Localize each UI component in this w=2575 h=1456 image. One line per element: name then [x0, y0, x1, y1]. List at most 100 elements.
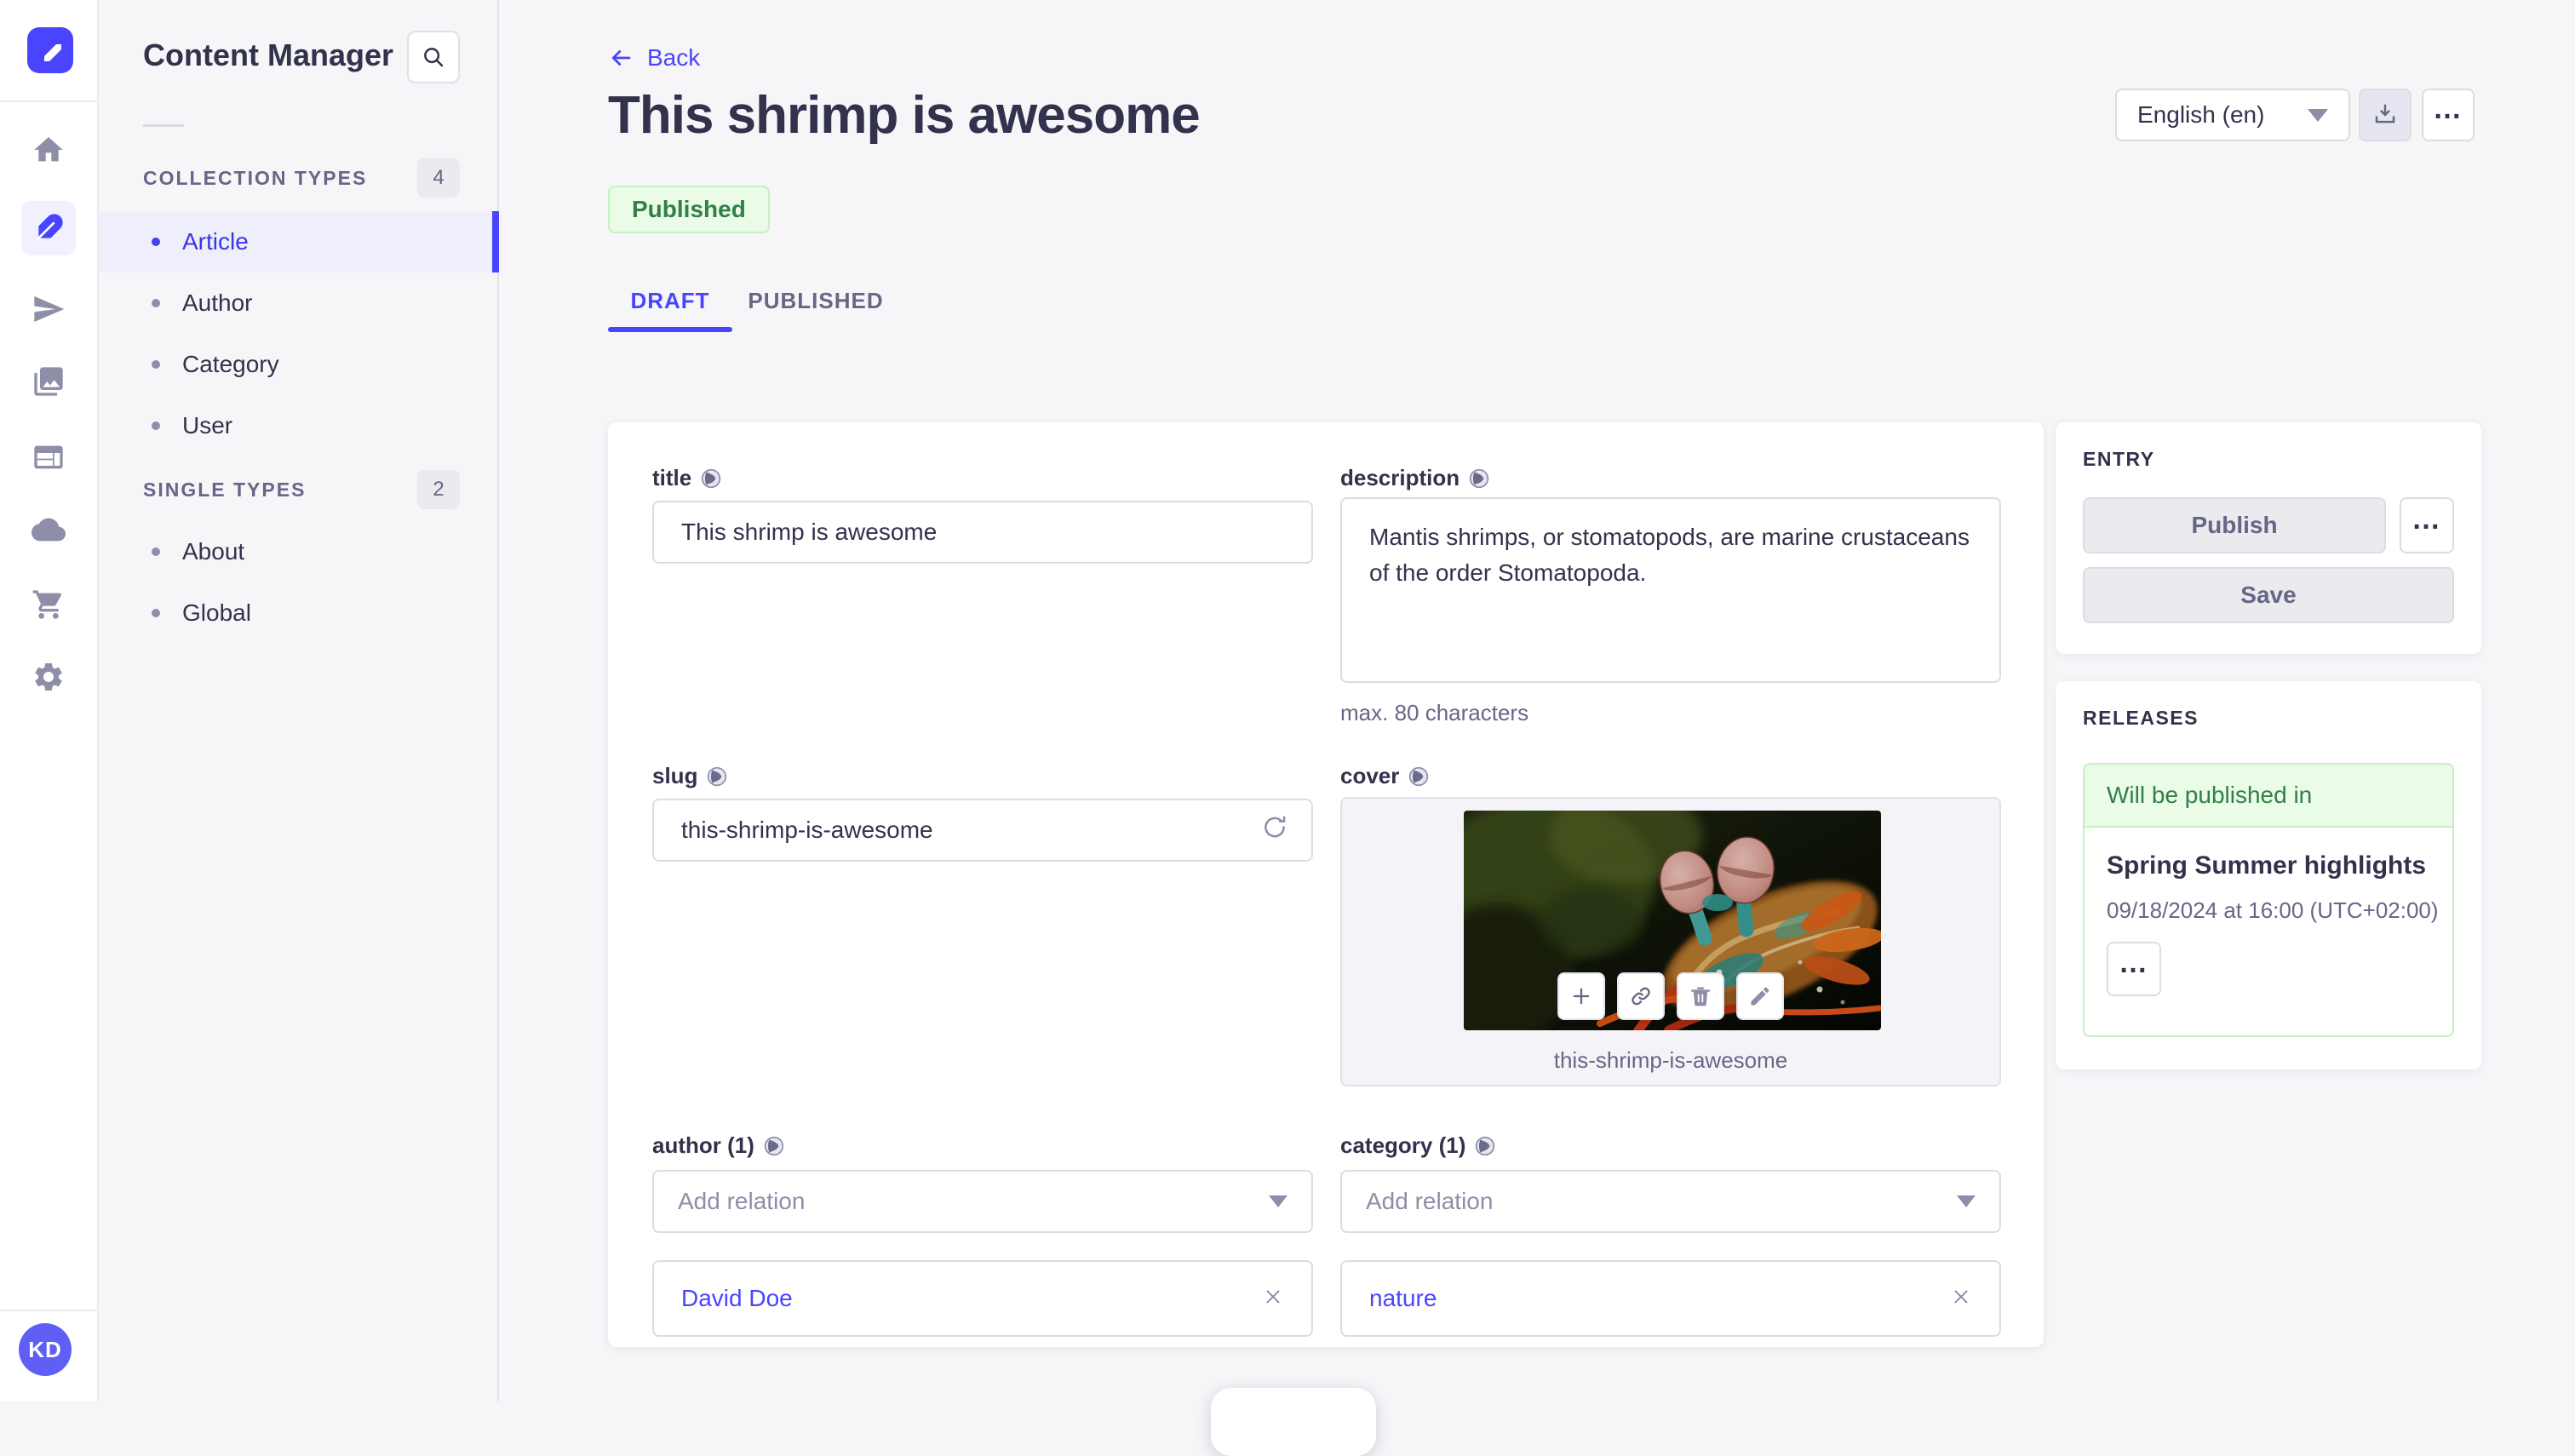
refresh-icon — [1265, 816, 1286, 838]
status-badge: Published — [608, 186, 770, 233]
sidebar-item-content-type-builder[interactable] — [21, 430, 76, 484]
link-icon — [1632, 987, 1650, 1006]
slug-field-label: slug — [652, 763, 728, 789]
combobox-placeholder: Add relation — [678, 1188, 806, 1214]
globe-icon — [764, 1136, 784, 1155]
subnav-title: Content Manager — [143, 37, 394, 72]
floating-action-pill[interactable] — [1211, 1388, 1376, 1456]
title-input[interactable]: This shrimp is awesome — [652, 501, 1313, 564]
collection-types-count-badge: 4 — [417, 158, 460, 198]
author-relation-item: David Doe — [652, 1260, 1313, 1337]
sidebar-item-label: Category — [182, 351, 279, 377]
sidebar-item-author[interactable]: Author — [99, 272, 499, 334]
release-title[interactable]: Spring Summer highlights — [2107, 851, 2426, 880]
section-label-collection-types: COLLECTION TYPES — [143, 167, 368, 189]
delete-media-button[interactable] — [1677, 972, 1724, 1020]
chevron-down-icon — [1269, 1195, 1288, 1207]
cover-media-box: this-shrimp-is-awesome — [1340, 797, 2001, 1086]
search-button[interactable] — [407, 31, 460, 83]
edit-form-card: title This shrimp is awesome description… — [608, 422, 2044, 1347]
combobox-placeholder: Add relation — [1366, 1188, 1494, 1214]
field-label-text: title — [652, 465, 692, 490]
avatar[interactable]: KD — [19, 1323, 72, 1376]
field-label-text: category (1) — [1340, 1132, 1466, 1158]
sidebar-item-marketplace[interactable] — [21, 577, 76, 632]
cover-actions-toolbar — [1557, 972, 1784, 1020]
sidebar-item-category[interactable]: Category — [99, 334, 499, 395]
pencil-icon — [1751, 987, 1769, 1006]
section-label-single-types: SINGLE TYPES — [143, 479, 307, 501]
sidebar-item-settings[interactable] — [21, 650, 76, 704]
bullet-icon — [152, 421, 160, 430]
back-link[interactable]: Back — [608, 44, 700, 72]
close-icon — [1954, 1290, 1968, 1303]
author-field-label: author (1) — [652, 1132, 785, 1159]
sidebar-item-about[interactable]: About — [99, 521, 499, 582]
gear-icon — [35, 663, 62, 691]
slug-value: this-shrimp-is-awesome — [681, 817, 933, 843]
sidebar-item-home[interactable] — [21, 123, 76, 177]
globe-icon — [1476, 1136, 1495, 1155]
sidebar-item-label: Global — [182, 599, 251, 626]
more-horizontal-icon: … — [2412, 503, 2442, 536]
sidebar-item-label: About — [182, 538, 245, 565]
cover-filename: this-shrimp-is-awesome — [1553, 1047, 1788, 1073]
relation-link[interactable]: David Doe — [681, 1285, 793, 1312]
add-media-button[interactable] — [1557, 972, 1605, 1020]
release-card: Will be published in Spring Summer highl… — [2083, 763, 2454, 1037]
page-title: This shrimp is awesome — [608, 86, 1201, 145]
bullet-icon — [152, 609, 160, 617]
media-library-icon — [34, 367, 63, 396]
remove-relation-button[interactable] — [1950, 1286, 1972, 1312]
sidebar-item-user[interactable]: User — [99, 395, 499, 456]
strapi-logo-icon — [44, 44, 61, 61]
description-textarea[interactable]: Mantis shrimps, or stomatopods, are mari… — [1340, 497, 2001, 683]
strapi-logo[interactable] — [27, 27, 73, 73]
close-icon — [1266, 1290, 1280, 1303]
release-more-actions-button[interactable]: … — [2107, 942, 2161, 996]
nav-rail: KD — [0, 0, 99, 1402]
slug-input[interactable]: this-shrimp-is-awesome — [652, 799, 1313, 862]
sidebar-item-article[interactable]: Article — [99, 211, 499, 272]
sidebar-item-releases[interactable] — [21, 282, 76, 336]
save-button[interactable]: Save — [2083, 567, 2454, 623]
bullet-icon — [152, 547, 160, 556]
main-content: Back This shrimp is awesome Published En… — [501, 0, 2575, 1456]
relation-link[interactable]: nature — [1369, 1285, 1437, 1312]
publish-button[interactable]: Publish — [2083, 497, 2386, 553]
bullet-icon — [152, 299, 160, 307]
copy-link-button[interactable] — [1617, 972, 1665, 1020]
field-label-text: slug — [652, 763, 698, 788]
cover-field-label: cover — [1340, 763, 1430, 789]
globe-icon — [702, 468, 721, 488]
bullet-icon — [152, 360, 160, 369]
entry-more-actions-button[interactable]: … — [2400, 497, 2454, 553]
globe-icon — [1409, 766, 1429, 786]
chevron-down-icon — [1957, 1195, 1976, 1207]
paper-plane-icon — [34, 296, 65, 322]
category-relation-combobox[interactable]: Add relation — [1340, 1170, 2001, 1233]
sidebar-item-deploy[interactable] — [21, 502, 76, 557]
tab-draft[interactable]: DRAFT — [608, 281, 732, 320]
sidebar-item-media-library[interactable] — [21, 354, 76, 409]
edit-media-button[interactable] — [1736, 972, 1784, 1020]
language-select[interactable]: English (en) — [2115, 89, 2350, 141]
field-label-text: cover — [1340, 763, 1400, 788]
title-field-label: title — [652, 465, 722, 491]
field-label-text: author (1) — [652, 1132, 754, 1158]
trash-icon — [1690, 987, 1711, 1006]
export-button[interactable] — [2359, 89, 2412, 141]
more-horizontal-icon: … — [2119, 947, 2149, 979]
release-status: Will be published in — [2085, 765, 2452, 828]
remove-relation-button[interactable] — [1262, 1286, 1284, 1312]
author-relation-combobox[interactable]: Add relation — [652, 1170, 1313, 1233]
entry-panel: ENTRY Publish … Save — [2056, 422, 2481, 654]
more-actions-button[interactable]: … — [2422, 89, 2475, 141]
search-icon — [424, 48, 444, 67]
tab-published[interactable]: PUBLISHED — [748, 281, 882, 320]
rail-divider-bottom — [0, 1310, 97, 1311]
regenerate-slug-button[interactable] — [1260, 813, 1289, 848]
description-helper-text: max. 80 characters — [1340, 700, 1529, 725]
sidebar-item-content-manager[interactable] — [21, 201, 76, 255]
sidebar-item-global[interactable]: Global — [99, 582, 499, 644]
